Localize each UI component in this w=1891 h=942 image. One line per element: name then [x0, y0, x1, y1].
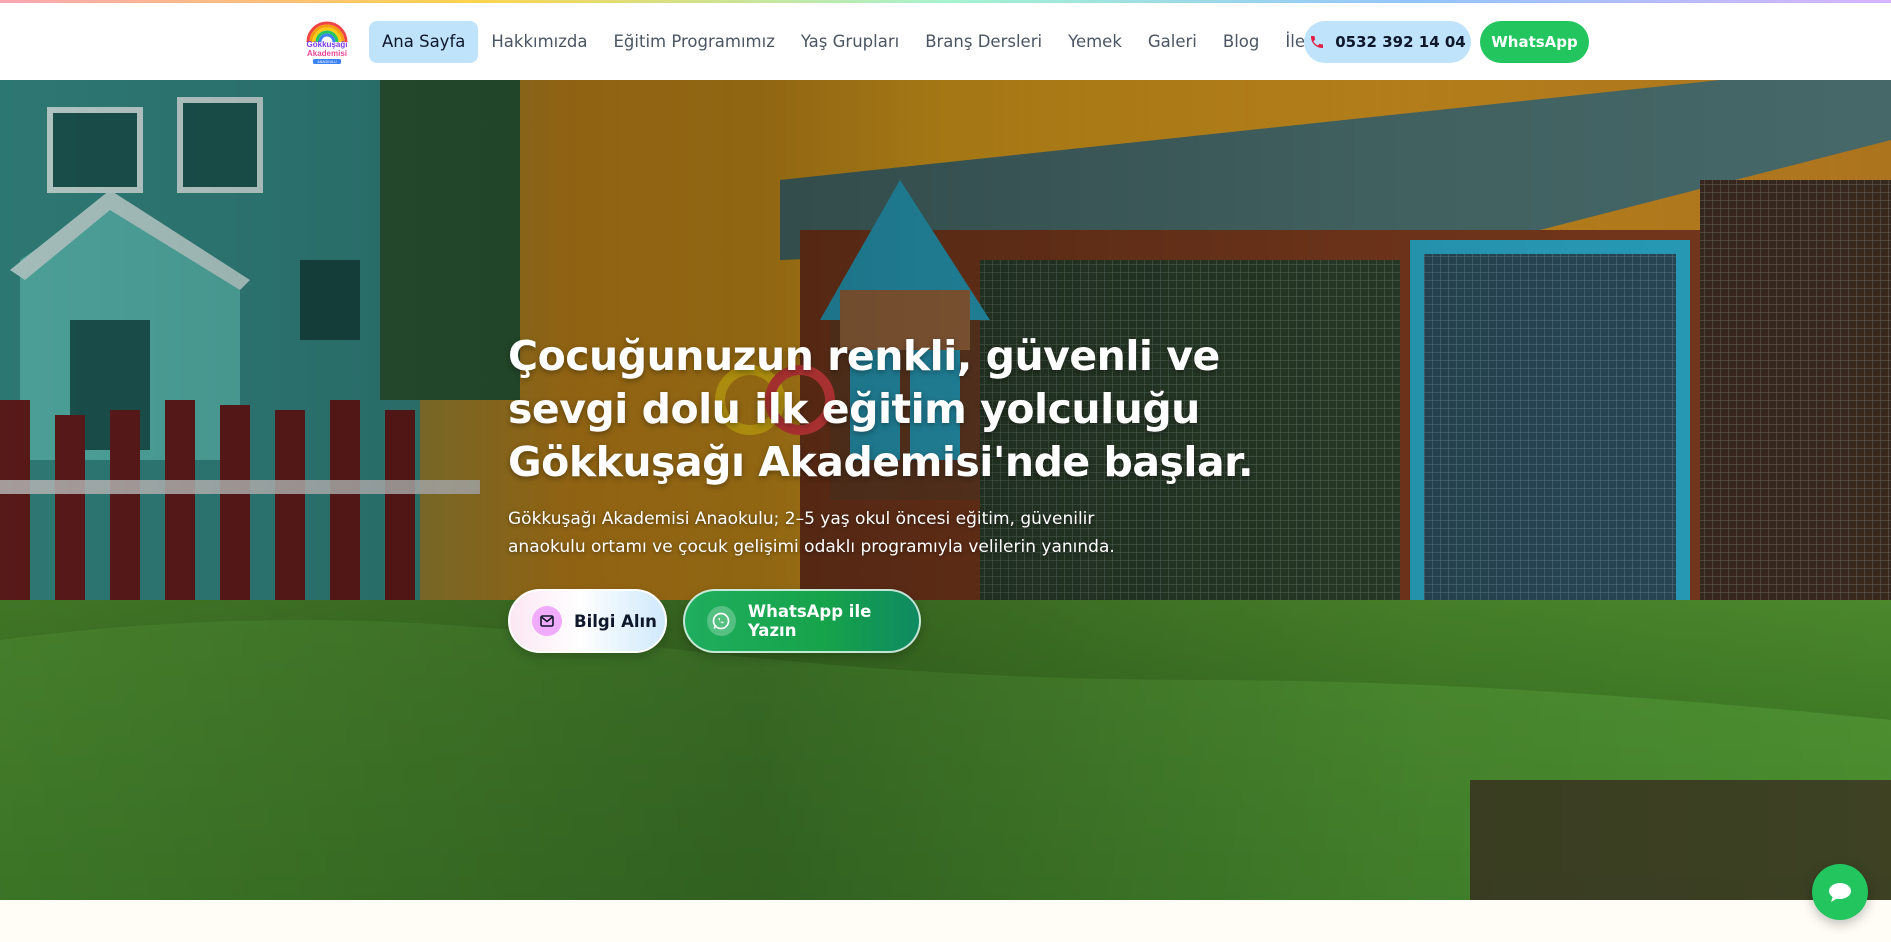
main-nav: Ana Sayfa Hakkımızda Eğitim Programımız … — [369, 21, 1358, 63]
phone-button[interactable]: 0532 392 14 04 — [1304, 21, 1471, 63]
logo[interactable]: Gökkuşağı Akademisi ANAOKULU — [305, 20, 349, 66]
nav-item-ana-sayfa[interactable]: Ana Sayfa — [369, 21, 479, 63]
hero-content: Çocuğunuzun renkli, güvenli ve sevgi dol… — [508, 330, 1308, 653]
nav-item-galeri[interactable]: Galeri — [1135, 21, 1210, 63]
whatsapp-chat-button-label: WhatsApp ile Yazın — [747, 602, 872, 640]
hero-title: Çocuğunuzun renkli, güvenli ve sevgi dol… — [508, 332, 1254, 486]
nav-item-blog[interactable]: Blog — [1210, 21, 1272, 63]
header-whatsapp-button[interactable]: WhatsApp — [1480, 21, 1589, 63]
hero-section: Çocuğunuzun renkli, güvenli ve sevgi dol… — [0, 80, 1891, 900]
nav-item-yemek[interactable]: Yemek — [1055, 21, 1135, 63]
nav-item-yas-gruplari[interactable]: Yaş Grupları — [788, 21, 912, 63]
chat-bubble-icon — [1829, 883, 1851, 902]
hero-subtitle: Gökkuşağı Akademisi Anaokulu; 2–5 yaş ok… — [508, 509, 1115, 557]
nav-item-egitim-programimiz[interactable]: Eğitim Programımız — [601, 21, 788, 63]
whatsapp-chat-button[interactable]: WhatsApp ile Yazın — [683, 589, 921, 653]
logo-line-2: Akademisi — [307, 49, 347, 58]
next-section-strip — [0, 900, 1891, 942]
info-button[interactable]: Bilgi Alın — [508, 589, 667, 653]
logo-line-3: ANAOKULU — [317, 60, 337, 64]
mail-icon — [532, 606, 562, 636]
hero-buttons: Bilgi Alın WhatsApp ile Yazın — [508, 589, 1308, 653]
info-button-label: Bilgi Alın — [574, 611, 657, 631]
phone-number: 0532 392 14 04 — [1335, 33, 1466, 51]
phone-icon — [1311, 36, 1324, 48]
nav-item-brans-dersleri[interactable]: Branş Dersleri — [912, 21, 1055, 63]
logo-line-1: Gökkuşağı — [307, 40, 348, 49]
whatsapp-icon — [707, 606, 736, 636]
site-header: Gökkuşağı Akademisi ANAOKULU Ana Sayfa H… — [0, 3, 1891, 80]
nav-item-hakkimizda[interactable]: Hakkımızda — [478, 21, 600, 63]
rainbow-logo-icon: Gökkuşağı Akademisi ANAOKULU — [306, 21, 348, 64]
floating-chat-button[interactable] — [1812, 864, 1868, 920]
